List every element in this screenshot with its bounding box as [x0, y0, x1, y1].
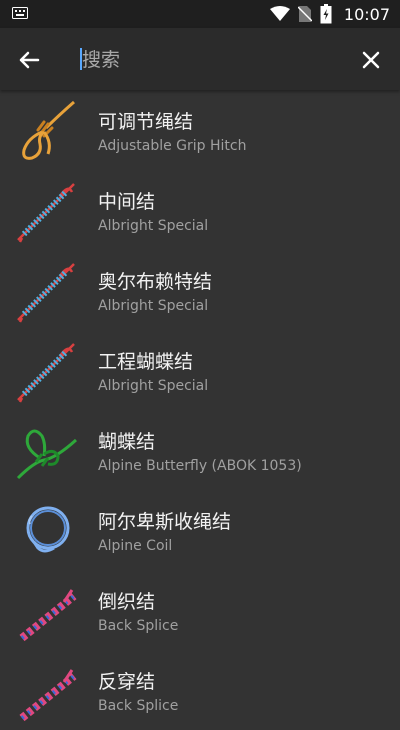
list-item[interactable]: 可调节绳结 Adjustable Grip Hitch [0, 90, 400, 170]
search-input[interactable] [80, 42, 344, 78]
green-butterfly-knot-icon [16, 429, 78, 480]
knot-name: 阿尔卑斯收绳结 [98, 511, 232, 533]
knot-subtitle: Back Splice [98, 618, 179, 634]
close-icon[interactable] [356, 45, 386, 75]
list-item[interactable]: 蝴蝶结 Alpine Butterfly (ABOK 1053) [0, 410, 400, 490]
search-toolbar [0, 28, 400, 90]
knot-name: 可调节绳结 [98, 111, 194, 133]
knot-subtitle: Alpine Coil [98, 538, 173, 554]
list-item[interactable]: 反穿结 Back Splice [0, 650, 400, 730]
keyboard-icon [12, 7, 28, 19]
battery-icon [320, 4, 332, 24]
text-cursor [80, 48, 82, 70]
knot-name: 中间结 [98, 191, 156, 213]
list-item[interactable]: 中间结 Albright Special [0, 170, 400, 250]
knot-name: 倒织结 [98, 591, 156, 613]
knot-subtitle: Back Splice [98, 698, 179, 714]
list-item[interactable]: 奥尔布赖特结 Albright Special [0, 250, 400, 330]
back-arrow-icon[interactable] [14, 45, 44, 75]
knot-subtitle: Albright Special [98, 378, 209, 394]
no-sim-icon [297, 6, 312, 22]
orange-knot-icon [22, 100, 75, 160]
list-item[interactable]: 倒织结 Back Splice [0, 570, 400, 650]
pink-blue-splice-icon [19, 589, 77, 642]
blue-red-coil-knot-icon [17, 183, 75, 243]
knot-list: 可调节绳结 Adjustable Grip Hitch 中间结 Albright… [0, 90, 400, 730]
blue-coil-icon [26, 506, 70, 553]
blue-red-coil-knot-icon [17, 343, 75, 403]
knot-subtitle: Adjustable Grip Hitch [98, 138, 247, 154]
knot-name: 反穿结 [98, 671, 156, 693]
knot-subtitle: Alpine Butterfly (ABOK 1053) [98, 458, 302, 474]
wifi-icon [269, 6, 290, 21]
knot-subtitle: Albright Special [98, 298, 209, 314]
knot-name: 蝴蝶结 [98, 431, 156, 453]
blue-red-coil-knot-icon [17, 263, 75, 323]
list-item[interactable]: 阿尔卑斯收绳结 Alpine Coil [0, 490, 400, 570]
clock: 10:07 [343, 4, 390, 24]
knot-name: 奥尔布赖特结 [98, 271, 213, 293]
status-bar: 10:07 [0, 0, 400, 28]
pink-blue-splice-icon [19, 669, 77, 722]
knot-name: 工程蝴蝶结 [98, 351, 194, 373]
knot-subtitle: Albright Special [98, 218, 209, 234]
list-item[interactable]: 工程蝴蝶结 Albright Special [0, 330, 400, 410]
